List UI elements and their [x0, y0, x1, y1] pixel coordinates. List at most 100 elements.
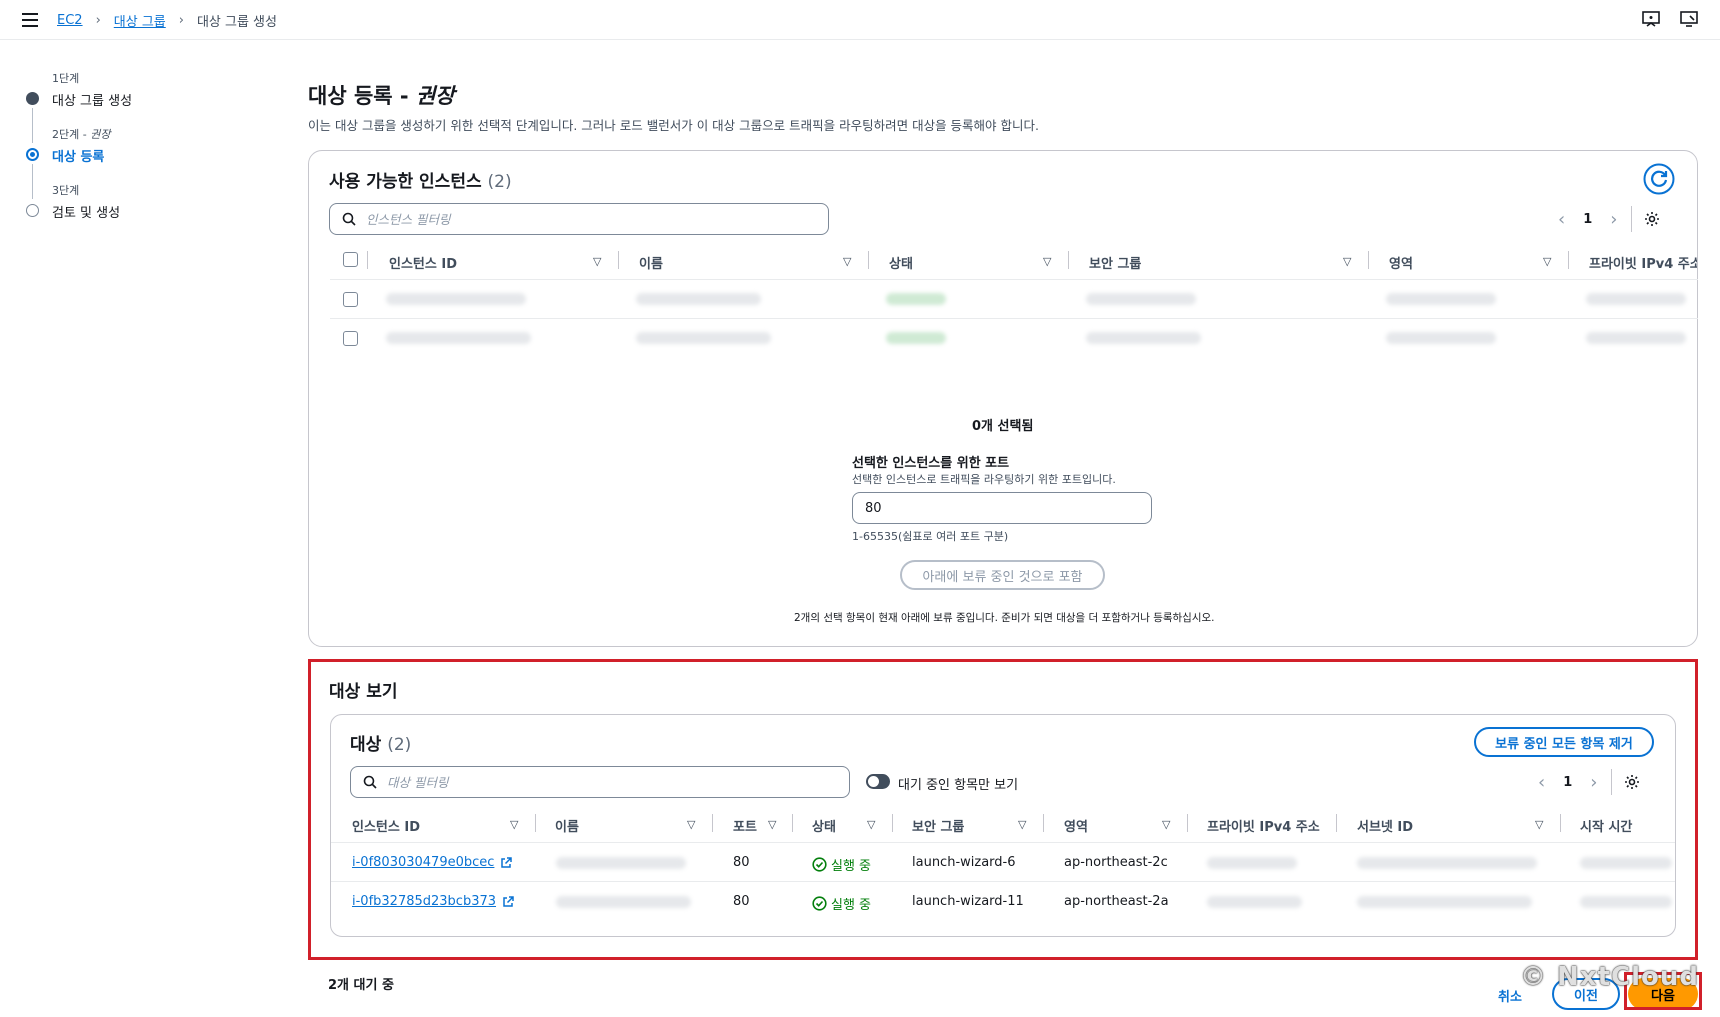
instance-filter[interactable]: [329, 203, 829, 235]
targets-title: 대상 (2): [350, 735, 412, 755]
security-group-value: launch-wizard-6: [912, 855, 1016, 870]
select-all-checkbox[interactable]: [343, 252, 358, 267]
blurred-value: [636, 293, 761, 305]
target-filter-input[interactable]: [387, 774, 801, 790]
column-security-group[interactable]: 보안 그룹: [912, 816, 964, 835]
instance-id-link[interactable]: i-0fb32785d23bcb373: [352, 894, 496, 909]
blurred-value: [1386, 332, 1496, 344]
external-link-icon[interactable]: [502, 895, 514, 908]
table-row: i-0fb32785d23bcb373: [352, 894, 514, 909]
blurred-value: [1580, 896, 1672, 908]
column-name[interactable]: 이름: [555, 816, 579, 835]
search-icon: [342, 212, 356, 226]
row-checkbox[interactable]: [343, 292, 358, 307]
sort-icon[interactable]: ▽: [1162, 818, 1170, 831]
column-zone[interactable]: 영역: [1389, 253, 1413, 272]
column-state[interactable]: 상태: [889, 253, 913, 272]
breadcrumb-current: 대상 그룹 생성: [196, 15, 277, 30]
refresh-icon[interactable]: [1643, 163, 1675, 195]
status-running: 실행 중: [812, 894, 871, 913]
sort-icon[interactable]: ▽: [687, 818, 695, 831]
cancel-button[interactable]: 취소: [1498, 986, 1522, 1005]
blurred-value: [1386, 293, 1496, 305]
sort-icon[interactable]: ▽: [768, 818, 776, 831]
zone-value: ap-northeast-2a: [1064, 894, 1169, 909]
page-description: 이는 대상 그룹을 생성하기 위한 선택적 단계입니다. 그러나 로드 밸런서가…: [308, 118, 1039, 133]
breadcrumb-ec2[interactable]: EC2: [57, 13, 83, 28]
sort-icon[interactable]: ▽: [1018, 818, 1026, 831]
port-value: 80: [733, 894, 750, 909]
blurred-value: [1586, 332, 1686, 344]
step-name: 대상 등록: [52, 150, 105, 165]
column-private-ip[interactable]: 프라이빗 IPv4 주소: [1207, 816, 1320, 835]
instance-id-link[interactable]: i-0f803030479e0bcec: [352, 855, 494, 870]
sort-icon[interactable]: ▽: [1043, 255, 1051, 268]
sort-icon[interactable]: ▽: [593, 255, 601, 268]
step-current-icon: [26, 148, 39, 161]
menu-icon[interactable]: [22, 13, 38, 27]
chevron-left-icon[interactable]: ‹: [1538, 772, 1545, 793]
security-group-value: launch-wizard-11: [912, 894, 1024, 909]
zone-value: ap-northeast-2c: [1064, 855, 1168, 870]
available-instances-title: 사용 가능한 인스턴스 (2): [329, 172, 512, 192]
gear-icon[interactable]: [1644, 211, 1660, 227]
selected-count: 0개 선택됨: [972, 419, 1034, 434]
step-1[interactable]: 1단계 대상 그룹 생성: [22, 70, 242, 126]
blurred-value: [1207, 857, 1297, 869]
step-name: 검토 및 생성: [52, 206, 121, 221]
sort-icon[interactable]: ▽: [1535, 818, 1543, 831]
port-hint: 1-65535(쉼표로 여러 포트 구분): [852, 530, 1009, 543]
blurred-value: [1086, 293, 1196, 305]
pending-only-toggle[interactable]: [866, 774, 890, 789]
sort-icon[interactable]: ▽: [867, 818, 875, 831]
chevron-left-icon[interactable]: ‹: [1558, 209, 1565, 230]
column-private-ip[interactable]: 프라이빗 IPv4 주소: [1589, 253, 1697, 272]
sort-icon[interactable]: ▽: [510, 818, 518, 831]
column-name[interactable]: 이름: [639, 253, 663, 272]
targets-pagination: ‹ 1 ›: [1538, 769, 1640, 795]
column-port[interactable]: 포트: [733, 816, 757, 835]
column-zone[interactable]: 영역: [1064, 816, 1088, 835]
step-3[interactable]: 3단계 검토 및 생성: [22, 182, 242, 238]
pending-note: 2개의 선택 항목이 현재 아래에 보류 중입니다. 준비가 되면 대상을 더 …: [794, 612, 1215, 624]
display-settings-icon[interactable]: [1680, 11, 1698, 27]
step-todo-icon: [26, 204, 39, 217]
chevron-right-icon: ›: [178, 13, 184, 28]
chevron-right-icon[interactable]: ›: [1610, 209, 1617, 230]
instances-pagination: ‹ 1 ›: [1558, 206, 1660, 232]
blurred-value: [1580, 857, 1672, 869]
sort-icon[interactable]: ▽: [1543, 255, 1551, 268]
gear-icon[interactable]: [1624, 774, 1640, 790]
step-done-icon: [26, 92, 39, 105]
instance-filter-input[interactable]: [366, 211, 780, 227]
target-filter[interactable]: [350, 766, 850, 798]
column-subnet-id[interactable]: 서브넷 ID: [1357, 816, 1413, 835]
remove-all-pending-button[interactable]: 보류 중인 모든 항목 제거: [1474, 727, 1654, 757]
row-checkbox[interactable]: [343, 331, 358, 346]
check-circle-icon: [812, 896, 827, 911]
external-link-icon[interactable]: [500, 856, 513, 869]
sort-icon[interactable]: ▽: [843, 255, 851, 268]
column-state[interactable]: 상태: [812, 816, 836, 835]
page-number[interactable]: 1: [1583, 212, 1592, 227]
include-pending-button[interactable]: 아래에 보류 중인 것으로 포함: [900, 560, 1105, 590]
column-instance-id[interactable]: 인스턴스 ID: [389, 253, 457, 272]
column-launch-time[interactable]: 시작 시간: [1580, 816, 1632, 835]
blurred-value: [1086, 332, 1201, 344]
step-name: 대상 그룹 생성: [52, 94, 133, 109]
top-navigation: EC2 › 대상 그룹 › 대상 그룹 생성: [0, 0, 1720, 40]
breadcrumb-target-groups[interactable]: 대상 그룹: [114, 11, 166, 30]
blurred-value: [1357, 896, 1532, 908]
page-number[interactable]: 1: [1563, 775, 1572, 790]
port-label: 선택한 인스턴스를 위한 포트: [852, 456, 1010, 471]
sort-icon[interactable]: ▽: [1343, 255, 1351, 268]
blurred-value: [636, 332, 771, 344]
search-icon: [363, 775, 377, 789]
column-security-group[interactable]: 보안 그룹: [1089, 253, 1141, 272]
chevron-right-icon[interactable]: ›: [1590, 772, 1597, 793]
step-2[interactable]: 2단계 - 권장 대상 등록: [22, 126, 242, 182]
column-instance-id[interactable]: 인스턴스 ID: [352, 816, 420, 835]
feedback-icon[interactable]: [1642, 11, 1660, 27]
page-title: 대상 등록 - 권장: [308, 84, 455, 108]
port-input[interactable]: 80: [852, 492, 1152, 524]
